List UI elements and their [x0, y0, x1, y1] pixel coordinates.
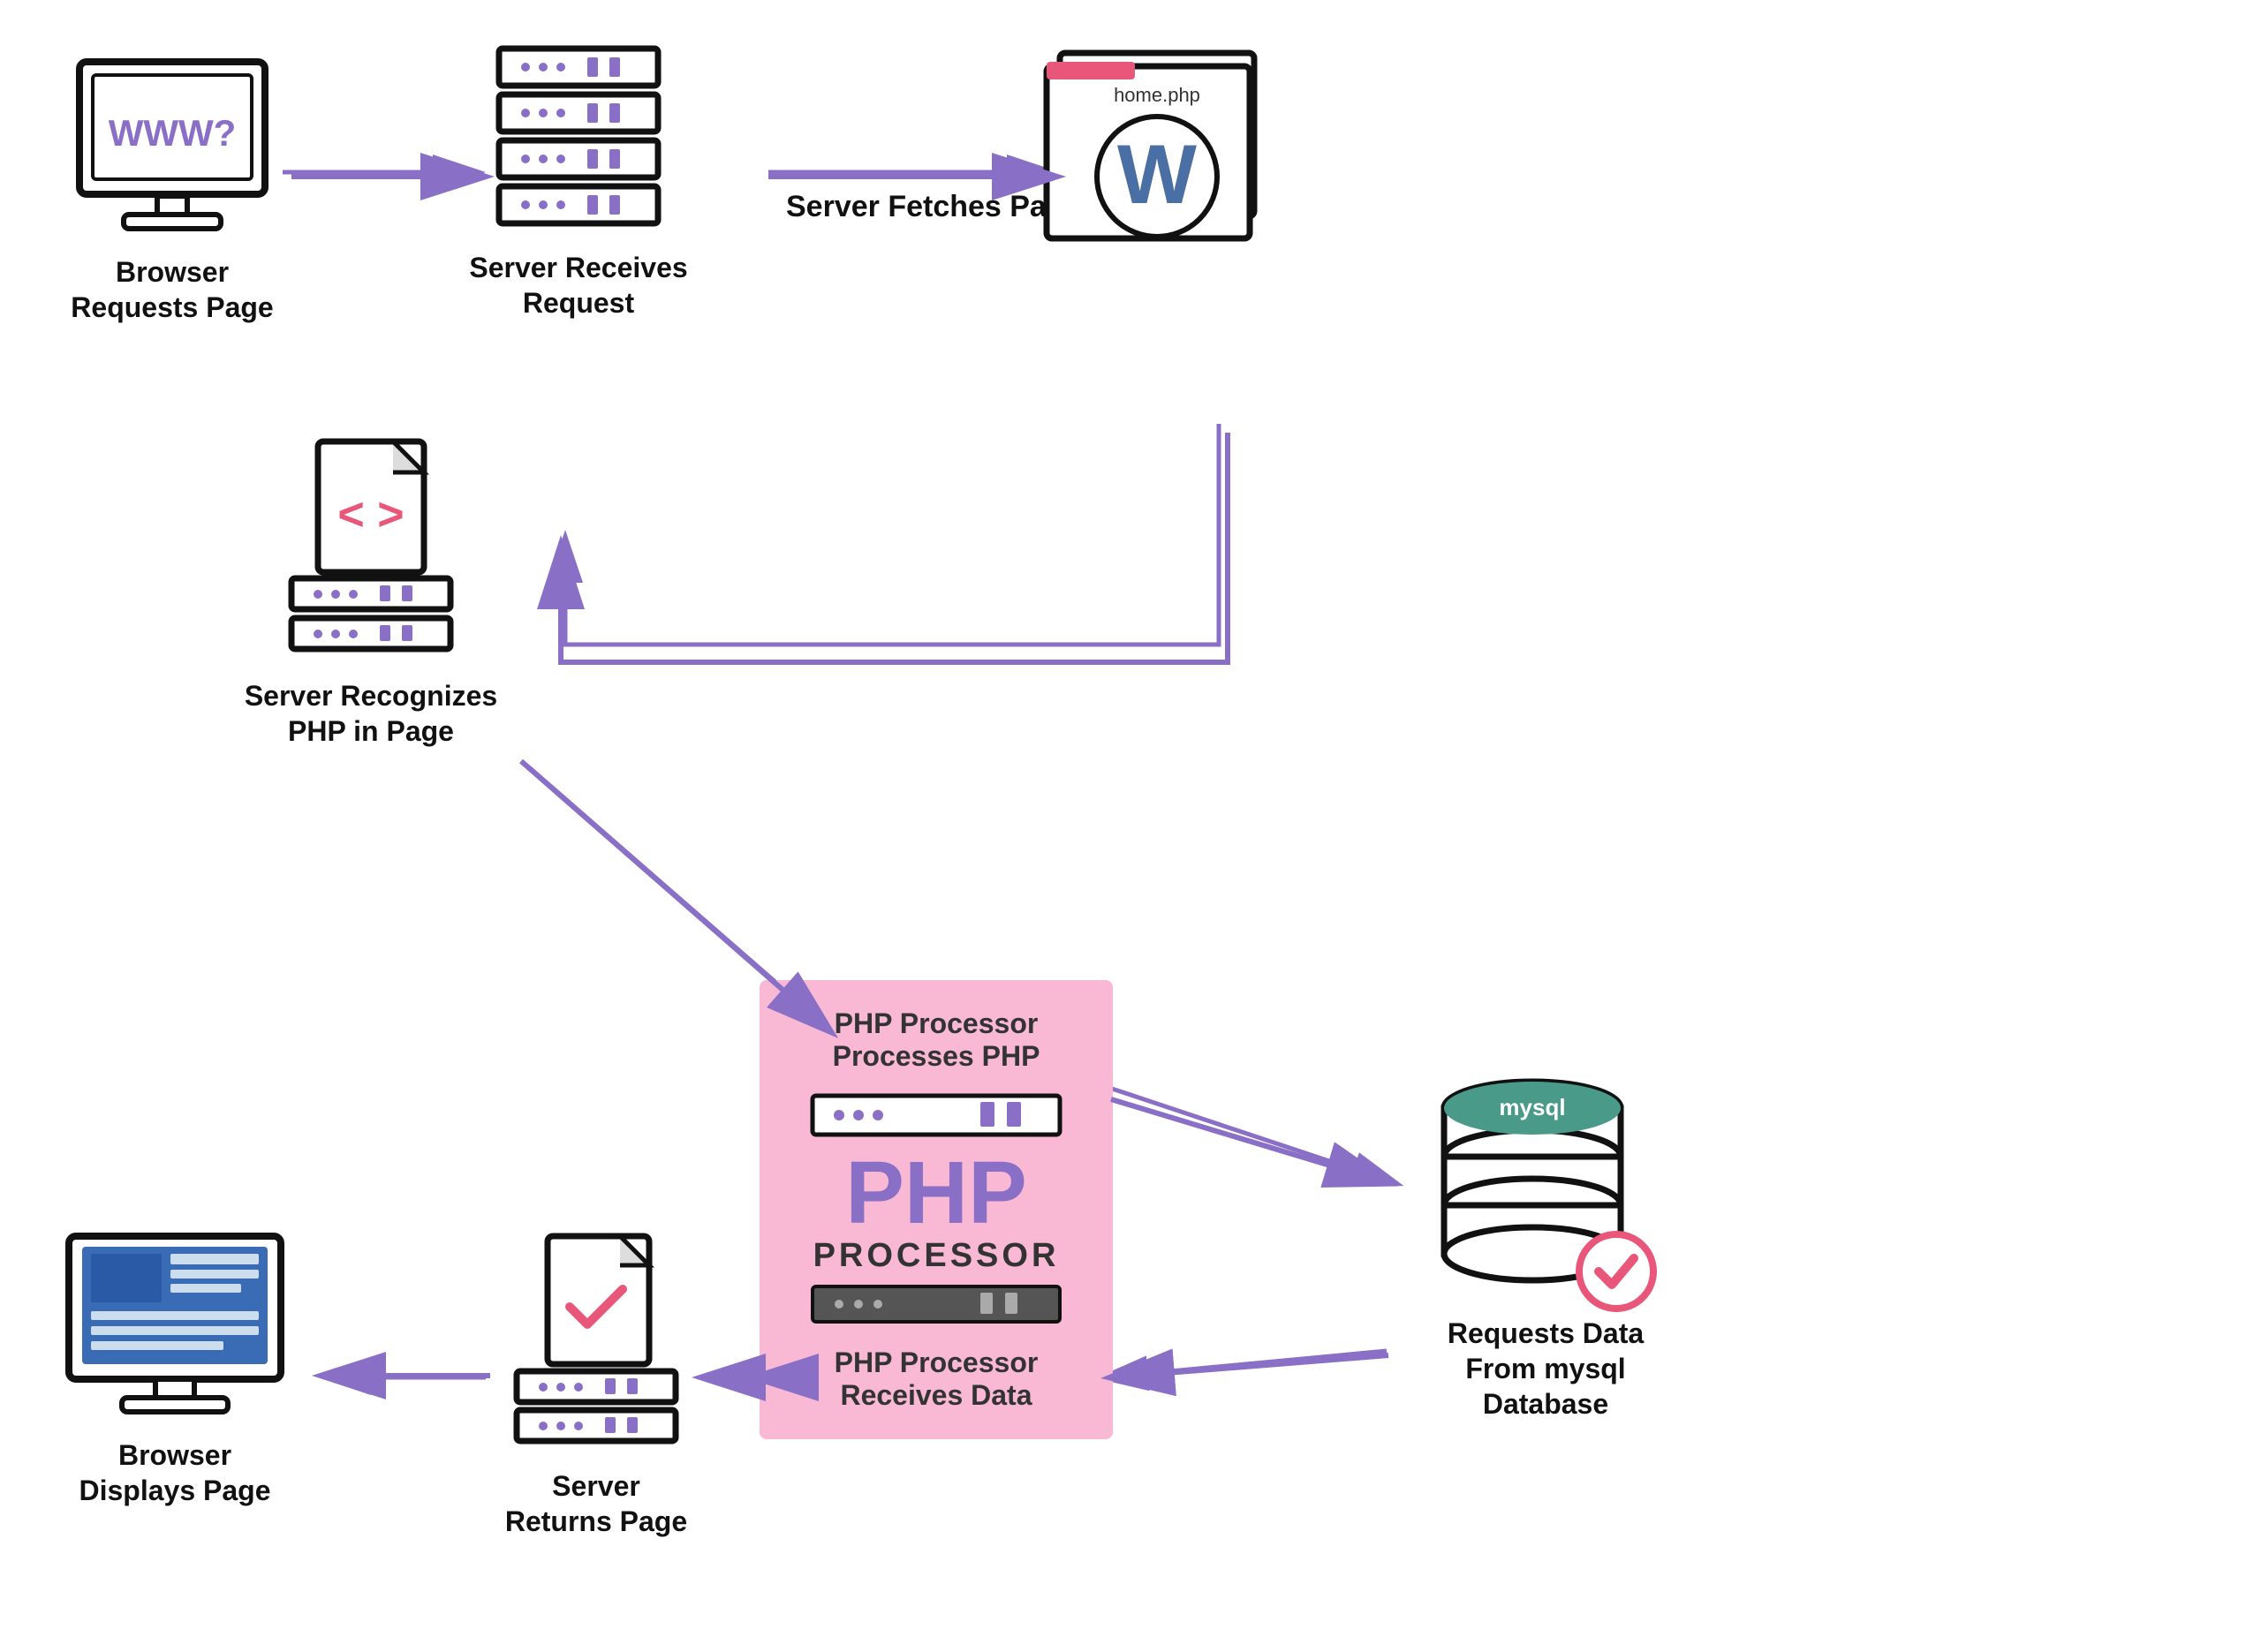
wordpress-icon: home.php W W	[1042, 22, 1272, 269]
browser-request-label: BrowserRequests Page	[71, 254, 273, 325]
php-processor-node: PHP ProcessorProcesses PHP PHP PROCESSOR…	[760, 980, 1113, 1439]
mysql-node: mysql Requests DataFrom mysql Database	[1404, 1060, 1687, 1422]
svg-text:< >: < >	[337, 489, 404, 540]
mysql-icon: mysql	[1418, 1060, 1674, 1316]
server-returns-node: ServerReturns Page	[477, 1223, 715, 1539]
svg-text:WWW?: WWW?	[109, 112, 237, 154]
server-php-icon: < >	[247, 424, 495, 662]
svg-text:W: W	[1117, 128, 1197, 222]
server-recognizes-label: Server RecognizesPHP in Page	[245, 678, 497, 749]
svg-text:mysql: mysql	[1499, 1094, 1565, 1120]
diagram: WWW? BrowserRequests Page	[0, 0, 2261, 1652]
server-recognizes-node: < > Server RecognizesPHP in Page	[238, 424, 503, 749]
browser-displays-node: BrowserDisplays Page	[51, 1227, 299, 1508]
server-receives-label: Server ReceivesRequest	[469, 250, 687, 321]
browser-displays-label: BrowserDisplays Page	[79, 1437, 271, 1508]
server-rack-icon	[481, 40, 676, 234]
server-returns-label: ServerReturns Page	[505, 1468, 687, 1539]
processor-text: PROCESSOR	[813, 1237, 1060, 1275]
browser-request-node: WWW? BrowserRequests Page	[53, 53, 291, 325]
server-receives-node: Server ReceivesRequest	[468, 40, 689, 321]
php-processor-bottom-label: PHP ProcessorReceives Data	[835, 1346, 1039, 1412]
php-processor-top-label: PHP ProcessorProcesses PHP	[833, 1007, 1040, 1073]
mysql-label: Requests DataFrom mysql Database	[1404, 1316, 1687, 1422]
browser-icon: WWW?	[71, 53, 274, 238]
svg-text:home.php: home.php	[1114, 84, 1200, 106]
wordpress-node: home.php W W	[1033, 22, 1281, 269]
php-big-text: PHP	[845, 1149, 1027, 1237]
server-returns-icon	[486, 1223, 707, 1452]
browser-display-icon	[60, 1227, 290, 1422]
